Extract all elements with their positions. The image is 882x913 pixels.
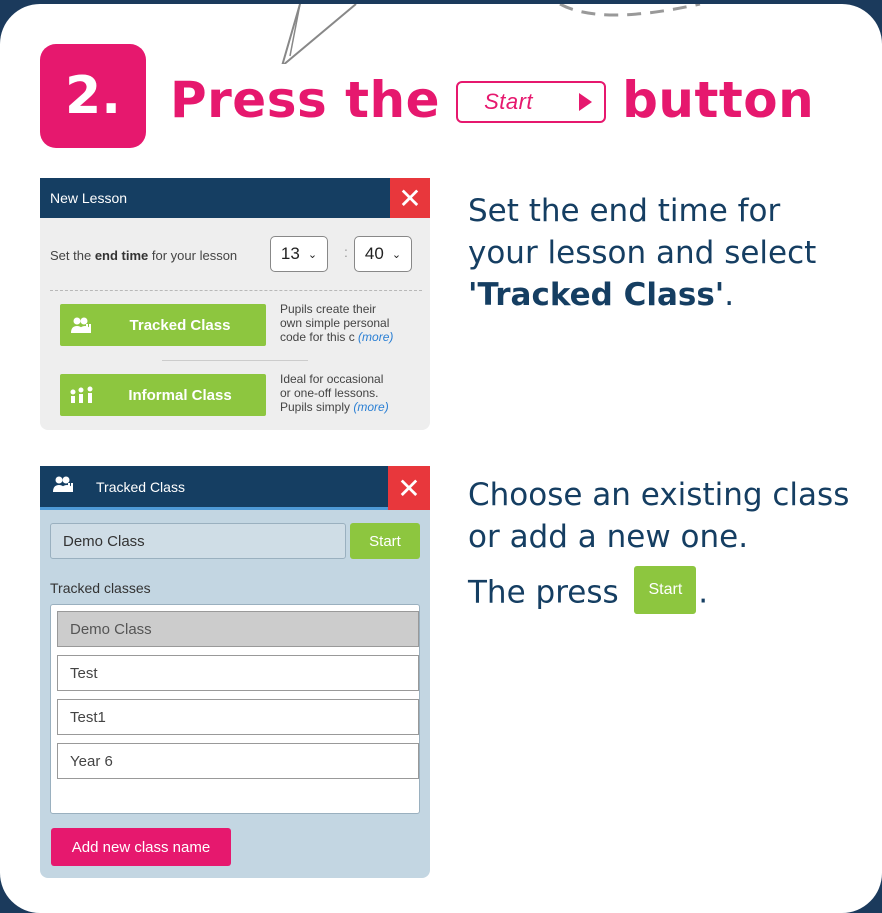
time-colon: :	[344, 244, 348, 260]
start-button-illustration: Start	[456, 81, 607, 123]
informal-class-description: Ideal for occasional or one-off lessons.…	[280, 372, 389, 414]
hour-value: 13	[280, 244, 300, 263]
tracked-class-title: Tracked Class	[96, 478, 185, 495]
end-time-row: Set the end time for your lesson 13 ⌄ : …	[50, 234, 422, 276]
tutorial-card: 2. Press the Start button New Lesson ✕ S…	[0, 4, 882, 913]
hour-select[interactable]: 13 ⌄	[270, 236, 328, 272]
instruction-select-tracked: Set the end time for your lesson and sel…	[468, 193, 817, 313]
divider	[162, 360, 308, 361]
play-icon	[579, 93, 593, 111]
informal-class-button[interactable]: Informal Class	[60, 374, 266, 416]
step-number-badge: 2.	[40, 44, 146, 148]
tracked-more-link[interactable]: (more)	[358, 330, 393, 344]
minute-select[interactable]: 40 ⌄	[354, 236, 412, 272]
instruction-choose-class: Choose an existing class or add a new on…	[468, 474, 858, 618]
close-icon[interactable]: ✕	[390, 178, 430, 218]
step-heading: Press the Start button	[170, 62, 814, 138]
people-icon	[60, 386, 104, 404]
chevron-down-icon: ⌄	[307, 248, 318, 261]
informal-more-link[interactable]: (more)	[353, 400, 388, 414]
group-icon	[60, 316, 104, 334]
divider	[50, 290, 422, 291]
chevron-down-icon: ⌄	[391, 248, 402, 261]
start-chip-label: Start	[484, 89, 534, 114]
tracked-classes-list[interactable]: Demo Class Test Test1 Year 6	[50, 604, 420, 814]
heading-text-after: button	[622, 71, 815, 129]
tracked-class-panel: Tracked Class ✕ Demo Class Start Tracked…	[40, 466, 430, 878]
add-class-button[interactable]: Add new class name	[51, 828, 231, 866]
end-time-label: Set the end time for your lesson	[50, 247, 238, 263]
tracked-classes-label: Tracked classes	[50, 580, 151, 596]
list-item[interactable]: Test	[57, 655, 419, 691]
new-lesson-title: New Lesson	[50, 190, 128, 206]
list-item[interactable]: Demo Class	[57, 611, 419, 647]
start-button-illustration: Start	[634, 566, 697, 614]
tracked-class-label: Tracked Class	[129, 316, 231, 334]
tracked-class-button[interactable]: Tracked Class	[60, 304, 266, 346]
tracked-class-header: Tracked Class ✕	[40, 466, 430, 510]
informal-class-label: Informal Class	[128, 386, 232, 404]
minute-value: 40	[364, 244, 384, 263]
list-item[interactable]: Test1	[57, 699, 419, 735]
close-icon[interactable]: ✕	[388, 466, 430, 510]
group-icon	[52, 475, 76, 498]
new-lesson-panel: New Lesson ✕ Set the end time for your l…	[40, 178, 430, 430]
new-lesson-header: New Lesson ✕	[40, 178, 430, 218]
heading-text-before: Press the	[170, 71, 441, 129]
class-name-input[interactable]: Demo Class	[50, 523, 346, 559]
list-item[interactable]: Year 6	[57, 743, 419, 779]
start-button[interactable]: Start	[350, 523, 420, 559]
tracked-class-description: Pupils create their own simple personal …	[280, 302, 394, 344]
